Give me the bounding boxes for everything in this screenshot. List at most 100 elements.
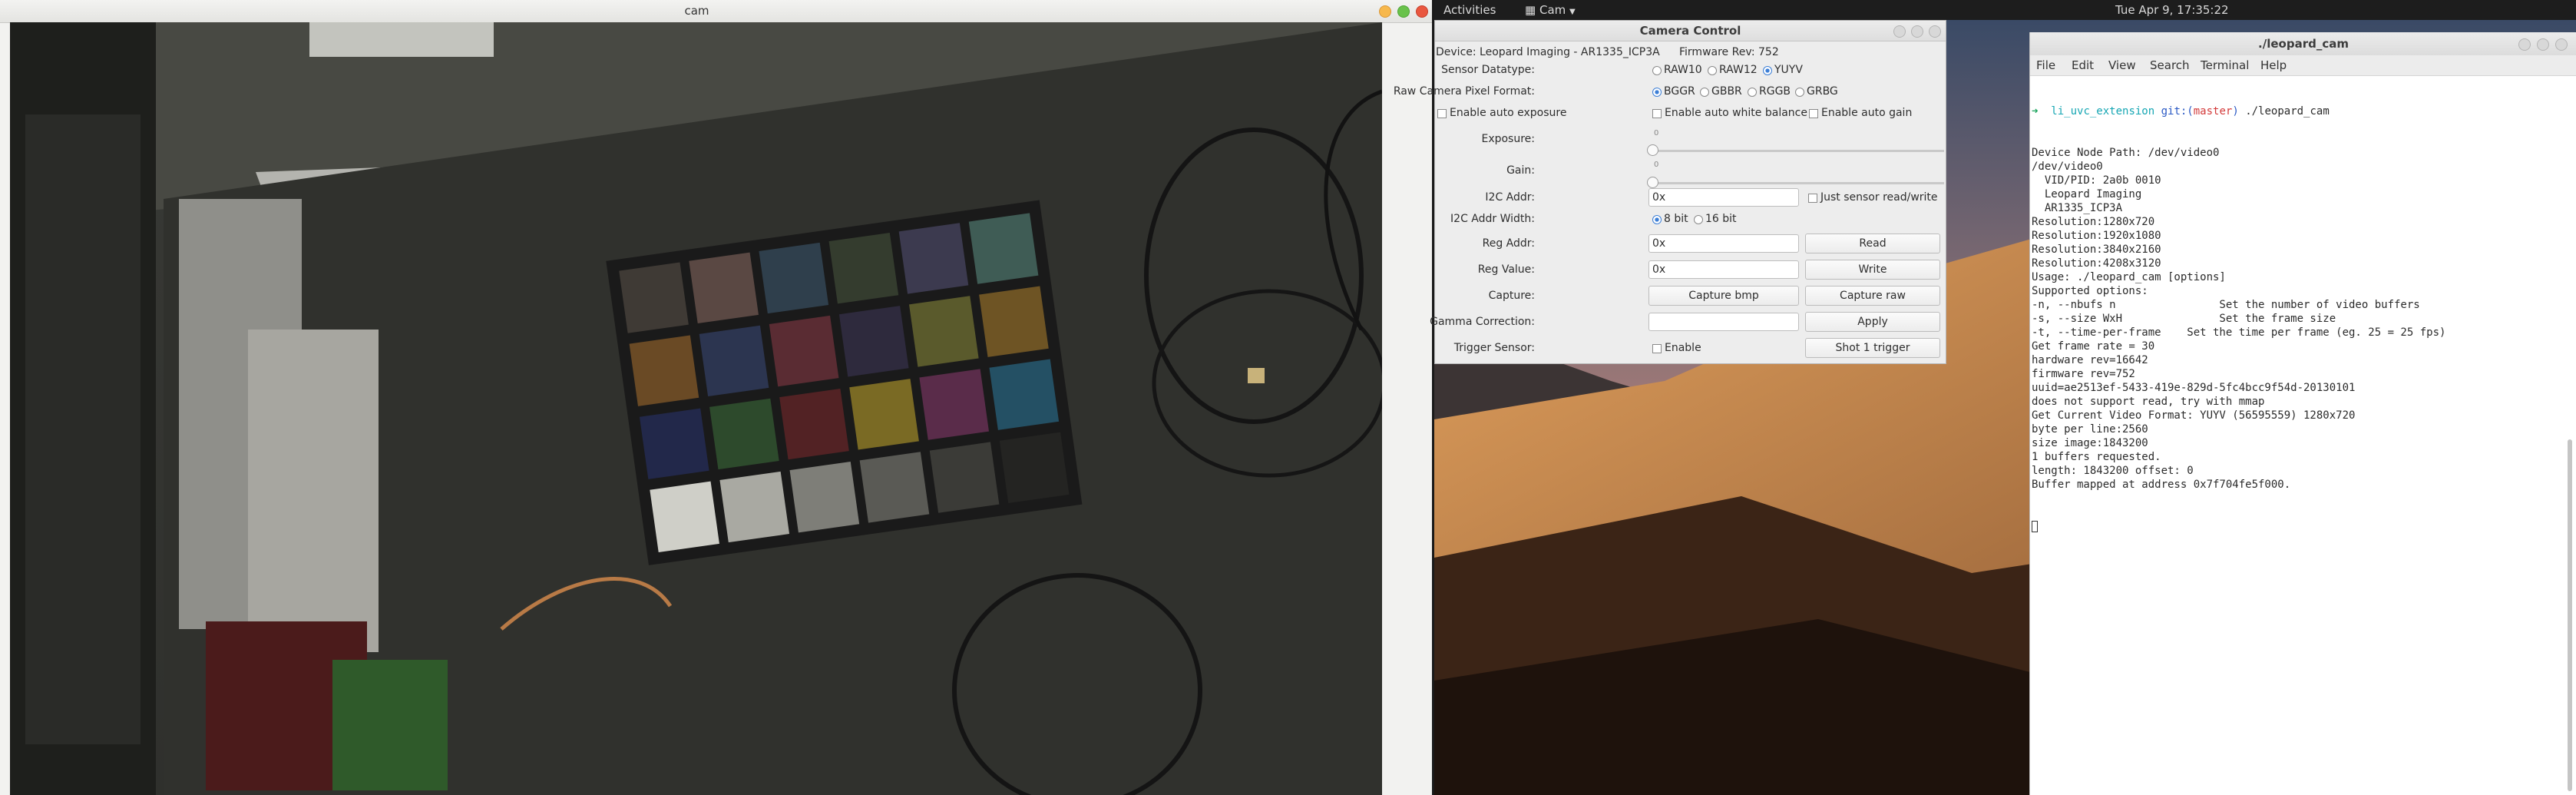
maximize-icon[interactable] bbox=[1911, 25, 1923, 38]
shot-trigger-button[interactable]: Shot 1 trigger bbox=[1805, 338, 1940, 358]
close-icon[interactable] bbox=[1416, 5, 1428, 18]
color-checker-patch bbox=[619, 262, 689, 333]
color-checker-patch bbox=[779, 388, 849, 460]
menu-file[interactable]: File bbox=[2036, 55, 2055, 75]
activities-button[interactable]: Activities bbox=[1443, 3, 1496, 17]
apply-button[interactable]: Apply bbox=[1805, 312, 1940, 332]
color-checker-patch bbox=[989, 359, 1060, 430]
capture-bmp-button[interactable]: Capture bmp bbox=[1648, 286, 1799, 306]
terminal-line: length: 1843200 offset: 0 bbox=[2032, 465, 2194, 477]
radio-raw10-label: RAW10 bbox=[1664, 64, 1702, 76]
radio-gbbr[interactable] bbox=[1700, 88, 1709, 97]
prompt-git-suffix: ) bbox=[2232, 105, 2239, 118]
gamma-input[interactable] bbox=[1648, 313, 1799, 331]
radio-gbbr-label: GBBR bbox=[1711, 85, 1742, 98]
radio-raw12[interactable] bbox=[1708, 66, 1717, 75]
color-checker-patch bbox=[838, 306, 909, 377]
auto-white-balance-checkbox[interactable] bbox=[1652, 109, 1662, 118]
clock[interactable]: Tue Apr 9, 17:35:22 bbox=[2115, 3, 2229, 17]
color-checker-patch bbox=[689, 252, 759, 323]
terminal-line: Resolution:3840x2160 bbox=[2032, 243, 2161, 256]
menu-search[interactable]: Search bbox=[2150, 55, 2190, 75]
terminal-output[interactable]: ➜ li_uvc_extension git:(master) ./leopar… bbox=[2032, 77, 2573, 791]
reg-addr-input[interactable]: 0x bbox=[1648, 234, 1799, 253]
terminal-window: ./leopard_cam File Edit View Search Term… bbox=[2029, 32, 2576, 795]
reg-value-input[interactable]: 0x bbox=[1648, 260, 1799, 279]
minimize-icon[interactable] bbox=[1379, 5, 1391, 18]
radio-rggb-label: RGGB bbox=[1759, 85, 1791, 98]
color-checker-patch bbox=[979, 286, 1049, 357]
trigger-label: Trigger Sensor: bbox=[1453, 342, 1535, 354]
color-checker-patch bbox=[859, 452, 930, 523]
terminal-line: 1 buffers requested. bbox=[2032, 451, 2161, 463]
close-icon[interactable] bbox=[1929, 25, 1941, 38]
terminal-line: Resolution:1280x720 bbox=[2032, 216, 2155, 228]
menu-terminal[interactable]: Terminal bbox=[2201, 55, 2249, 75]
color-checker-patch bbox=[650, 481, 719, 552]
radio-raw10[interactable] bbox=[1652, 66, 1662, 75]
color-checker-patch bbox=[849, 379, 919, 450]
auto-gain-label: Enable auto gain bbox=[1821, 107, 1913, 119]
trigger-enable-checkbox[interactable] bbox=[1652, 344, 1662, 353]
menu-edit[interactable]: Edit bbox=[2072, 55, 2094, 75]
radio-8bit[interactable] bbox=[1652, 215, 1662, 224]
terminal-titlebar[interactable]: ./leopard_cam bbox=[2030, 32, 2576, 56]
color-checker-patch bbox=[639, 408, 709, 479]
auto-exposure-checkbox[interactable] bbox=[1437, 109, 1447, 118]
gain-slider-handle[interactable] bbox=[1647, 177, 1658, 188]
radio-yuyv[interactable] bbox=[1763, 66, 1772, 75]
terminal-line: -t, --time-per-frame Set the time per fr… bbox=[2032, 326, 2446, 339]
capture-raw-button[interactable]: Capture raw bbox=[1805, 286, 1940, 306]
maximize-icon[interactable] bbox=[2537, 38, 2549, 51]
terminal-line: does not support read, try with mmap bbox=[2032, 396, 2265, 408]
radio-raw12-label: RAW12 bbox=[1719, 64, 1758, 76]
app-menu[interactable]: ▦ Cam ▼ bbox=[1525, 3, 1576, 17]
terminal-scrollbar[interactable] bbox=[2568, 439, 2572, 791]
terminal-line: /dev/video0 bbox=[2032, 161, 2103, 173]
terminal-line: uuid=ae2513ef-5433-419e-829d-5fc4bcc9f54… bbox=[2032, 382, 2356, 394]
sensor-datatype-label: Sensor Datatype: bbox=[1441, 64, 1535, 76]
terminal-line: -s, --size WxH Set the frame size bbox=[2032, 313, 2336, 325]
exposure-slider-track[interactable] bbox=[1652, 150, 1944, 152]
prompt-command: ./leopard_cam bbox=[2245, 105, 2330, 118]
color-checker-patch bbox=[699, 325, 769, 397]
terminal-line: firmware rev=752 bbox=[2032, 368, 2135, 380]
color-checker-patch bbox=[968, 213, 1039, 284]
terminal-line: Resolution:4208x3120 bbox=[2032, 257, 2161, 270]
cam-titlebar[interactable]: cam bbox=[0, 0, 1432, 23]
exposure-slider-handle[interactable] bbox=[1647, 144, 1658, 156]
just-sensor-checkbox[interactable] bbox=[1808, 194, 1817, 203]
radio-rggb[interactable] bbox=[1748, 88, 1757, 97]
i2c-addr-input[interactable]: 0x bbox=[1648, 188, 1799, 207]
terminal-line: Get frame rate = 30 bbox=[2032, 340, 2155, 353]
menu-help[interactable]: Help bbox=[2260, 55, 2287, 75]
device-name: Device: Leopard Imaging - AR1335_ICP3A bbox=[1436, 46, 1660, 58]
terminal-menubar: File Edit View Search Terminal Help bbox=[2030, 55, 2576, 76]
gain-slider-track[interactable] bbox=[1652, 182, 1944, 184]
maximize-icon[interactable] bbox=[1397, 5, 1410, 18]
camera-app-icon: ▦ bbox=[1525, 3, 1536, 17]
radio-bggr[interactable] bbox=[1652, 88, 1662, 97]
dialog-titlebar[interactable]: Camera Control bbox=[1435, 21, 1946, 41]
write-button[interactable]: Write bbox=[1805, 260, 1940, 280]
minimize-icon[interactable] bbox=[2518, 38, 2531, 51]
exposure-label: Exposure: bbox=[1481, 133, 1535, 145]
minimize-icon[interactable] bbox=[1893, 25, 1906, 38]
exposure-value: 0 bbox=[1654, 129, 1659, 137]
reg-value-label: Reg Value: bbox=[1477, 263, 1535, 276]
terminal-line: byte per line:2560 bbox=[2032, 423, 2148, 436]
color-checker-patch bbox=[789, 462, 860, 533]
terminal-line: hardware rev=16642 bbox=[2032, 354, 2148, 366]
radio-yuyv-label: YUYV bbox=[1774, 64, 1803, 76]
terminal-cursor bbox=[2032, 519, 2573, 533]
read-button[interactable]: Read bbox=[1805, 234, 1940, 253]
radio-grbg[interactable] bbox=[1795, 88, 1804, 97]
radio-grbg-label: GRBG bbox=[1807, 85, 1838, 98]
menu-view[interactable]: View bbox=[2108, 55, 2136, 75]
trigger-enable-label: Enable bbox=[1665, 342, 1701, 354]
pixel-format-label: Raw Camera Pixel Format: bbox=[1393, 85, 1535, 98]
chevron-down-icon: ▼ bbox=[1569, 8, 1576, 16]
radio-16bit[interactable] bbox=[1694, 215, 1703, 224]
close-icon[interactable] bbox=[2555, 38, 2568, 51]
auto-gain-checkbox[interactable] bbox=[1809, 109, 1818, 118]
